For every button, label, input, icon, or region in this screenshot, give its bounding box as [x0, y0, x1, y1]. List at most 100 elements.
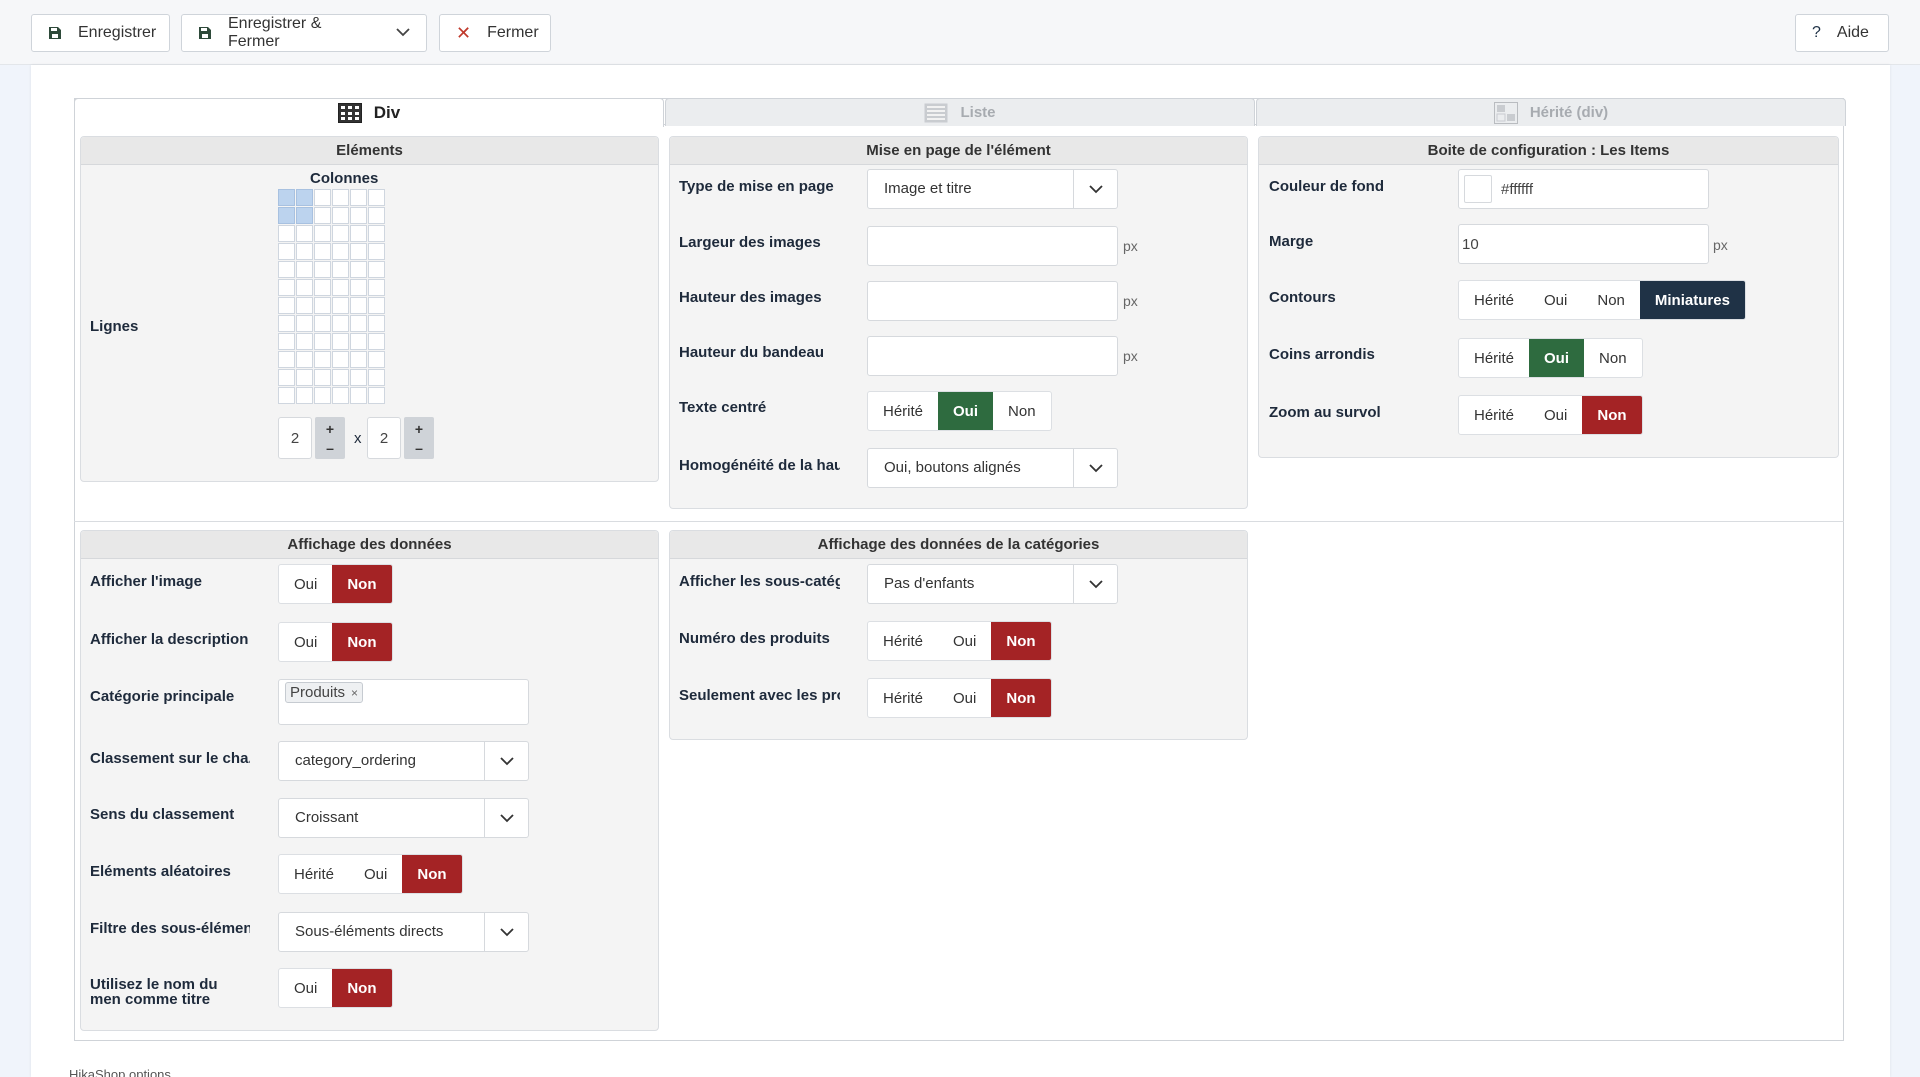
remove-tag-icon[interactable]: × — [351, 686, 358, 700]
option-inherit[interactable]: Hérité — [1459, 396, 1529, 434]
grid-cell[interactable] — [314, 333, 331, 350]
minus-icon[interactable]: – — [415, 440, 423, 456]
help-button[interactable]: ? Aide — [1795, 14, 1889, 52]
option-no[interactable]: Non — [332, 623, 392, 661]
grid-cell[interactable] — [368, 351, 385, 368]
grid-cell[interactable] — [350, 297, 367, 314]
grid-cell[interactable] — [278, 261, 295, 278]
option-yes[interactable]: Oui — [279, 969, 332, 1007]
grid-cell[interactable] — [350, 189, 367, 206]
centered-text-toggle[interactable]: Hérité Oui Non — [867, 391, 1052, 431]
grid-cell[interactable] — [332, 279, 349, 296]
option-inherit[interactable]: Hérité — [868, 622, 938, 660]
grid-cell[interactable] — [314, 297, 331, 314]
grid-cell[interactable] — [368, 207, 385, 224]
order-direction-select[interactable]: Croissant — [278, 798, 529, 838]
grid-cell[interactable] — [278, 279, 295, 296]
close-button[interactable]: ✕ Fermer — [439, 14, 551, 52]
grid-cell[interactable] — [350, 207, 367, 224]
grid-cell[interactable] — [368, 279, 385, 296]
grid-cell[interactable] — [278, 351, 295, 368]
grid-cell[interactable] — [296, 297, 313, 314]
grid-cell[interactable] — [350, 261, 367, 278]
option-no[interactable]: Non — [991, 622, 1051, 660]
option-thumbnails[interactable]: Miniatures — [1639, 281, 1745, 319]
grid-cell[interactable] — [278, 189, 295, 206]
option-yes[interactable]: Oui — [938, 392, 994, 430]
grid-cell[interactable] — [314, 279, 331, 296]
grid-cell[interactable] — [296, 315, 313, 332]
grid-cell[interactable] — [350, 369, 367, 386]
option-yes[interactable]: Oui — [279, 565, 332, 603]
only-with-products-toggle[interactable]: Hérité Oui Non — [867, 678, 1052, 718]
grid-cell[interactable] — [314, 207, 331, 224]
grid-cell[interactable] — [314, 351, 331, 368]
tab-inherited[interactable]: Hérité (div) — [1256, 98, 1846, 126]
grid-cell[interactable] — [296, 279, 313, 296]
option-no[interactable]: Non — [1582, 396, 1642, 434]
grid-cell[interactable] — [278, 369, 295, 386]
rounded-corners-toggle[interactable]: Hérité Oui Non — [1458, 338, 1643, 378]
grid-size-picker[interactable] — [278, 189, 386, 405]
grid-cell[interactable] — [314, 387, 331, 404]
option-inherit[interactable]: Hérité — [279, 855, 349, 893]
grid-cell[interactable] — [332, 315, 349, 332]
grid-cell[interactable] — [350, 243, 367, 260]
grid-cell[interactable] — [350, 387, 367, 404]
grid-cell[interactable] — [368, 189, 385, 206]
save-options-dropdown[interactable] — [379, 14, 427, 52]
option-no[interactable]: Non — [1582, 281, 1640, 319]
sub-elements-filter-select[interactable]: Sous-éléments directs — [278, 912, 529, 952]
bg-color-input[interactable]: #ffffff — [1458, 169, 1709, 209]
image-height-input[interactable] — [867, 281, 1118, 321]
grid-cell[interactable] — [296, 189, 313, 206]
order-field-select[interactable]: category_ordering — [278, 741, 529, 781]
option-no[interactable]: Non — [402, 855, 462, 893]
rows-stepper[interactable]: + – — [404, 417, 434, 459]
grid-cell[interactable] — [296, 261, 313, 278]
grid-cell[interactable] — [278, 225, 295, 242]
grid-cell[interactable] — [332, 333, 349, 350]
option-no[interactable]: Non — [991, 679, 1051, 717]
save-close-button[interactable]: Enregistrer & Fermer — [181, 14, 380, 52]
grid-cell[interactable] — [368, 333, 385, 350]
minus-icon[interactable]: – — [326, 440, 334, 456]
grid-cell[interactable] — [350, 333, 367, 350]
grid-cell[interactable] — [296, 243, 313, 260]
borders-toggle[interactable]: Hérité Oui Non Miniatures — [1458, 280, 1746, 320]
grid-cell[interactable] — [332, 207, 349, 224]
plus-icon[interactable]: + — [326, 421, 334, 437]
columns-stepper[interactable]: + – — [315, 417, 345, 459]
hover-zoom-toggle[interactable]: Hérité Oui Non — [1458, 395, 1643, 435]
rows-input[interactable]: 2 — [367, 417, 401, 459]
grid-cell[interactable] — [350, 279, 367, 296]
grid-cell[interactable] — [314, 243, 331, 260]
grid-cell[interactable] — [368, 261, 385, 278]
grid-cell[interactable] — [350, 351, 367, 368]
option-no[interactable]: Non — [993, 392, 1051, 430]
image-width-input[interactable] — [867, 226, 1118, 266]
grid-cell[interactable] — [332, 243, 349, 260]
show-description-toggle[interactable]: Oui Non — [278, 622, 393, 662]
grid-cell[interactable] — [332, 297, 349, 314]
option-yes[interactable]: Oui — [1529, 339, 1585, 377]
grid-cell[interactable] — [368, 243, 385, 260]
option-yes[interactable]: Oui — [938, 622, 991, 660]
grid-cell[interactable] — [296, 333, 313, 350]
grid-cell[interactable] — [278, 243, 295, 260]
show-image-toggle[interactable]: Oui Non — [278, 564, 393, 604]
grid-cell[interactable] — [278, 207, 295, 224]
grid-cell[interactable] — [368, 315, 385, 332]
grid-cell[interactable] — [368, 225, 385, 242]
grid-cell[interactable] — [332, 369, 349, 386]
option-yes[interactable]: Oui — [1529, 396, 1582, 434]
grid-cell[interactable] — [368, 297, 385, 314]
grid-cell[interactable] — [296, 351, 313, 368]
grid-cell[interactable] — [350, 315, 367, 332]
plus-icon[interactable]: + — [415, 421, 423, 437]
option-no[interactable]: Non — [1584, 339, 1642, 377]
tab-list[interactable]: Liste — [665, 98, 1255, 126]
option-yes[interactable]: Oui — [279, 623, 332, 661]
grid-cell[interactable] — [296, 369, 313, 386]
grid-cell[interactable] — [350, 225, 367, 242]
